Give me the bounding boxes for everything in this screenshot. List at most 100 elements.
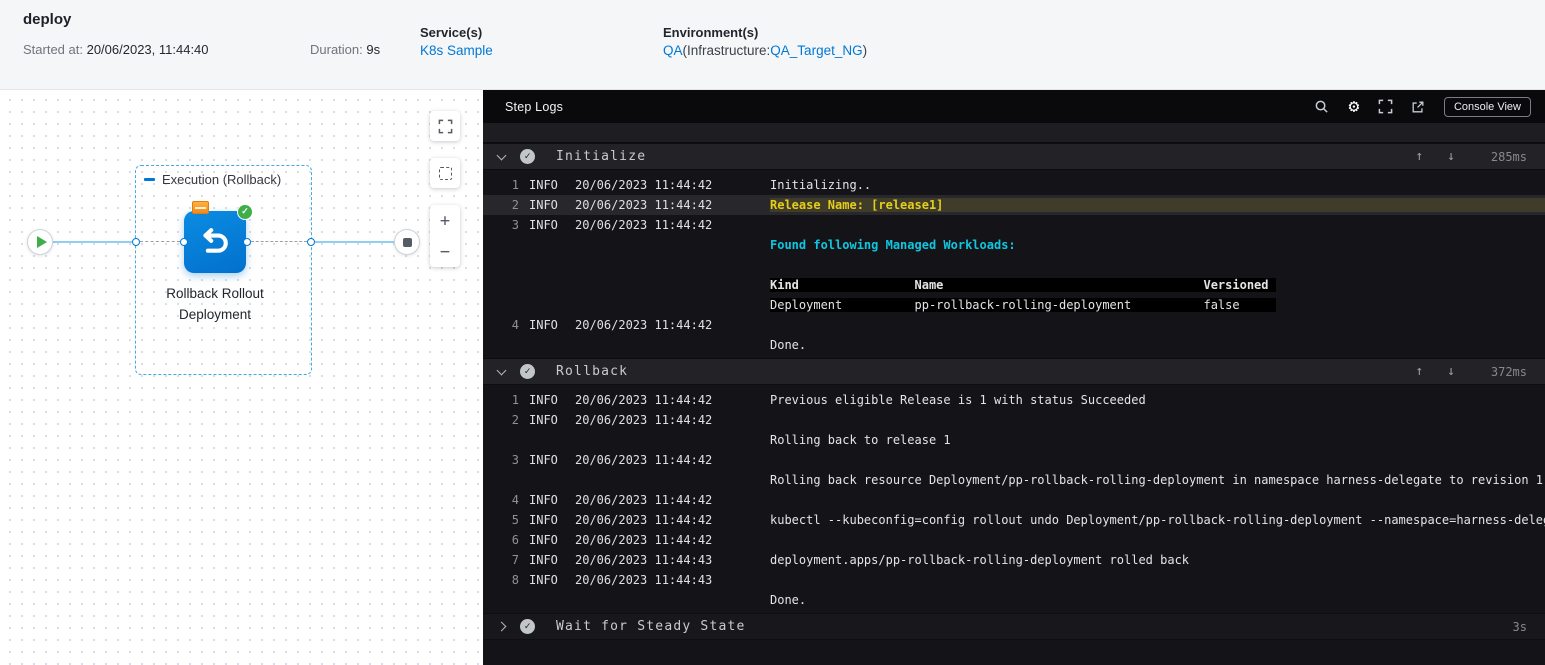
scroll-to-bottom-icon[interactable]: ↓ <box>1447 149 1455 164</box>
log-timestamp: 20/06/2023 11:44:42 <box>575 393 713 407</box>
log-level: INFO <box>529 178 558 192</box>
log-section-header[interactable]: ✓ Initialize ↑ ↓ 285ms <box>483 143 1545 170</box>
pipeline-graph-canvas[interactable]: Execution (Rollback) ✓ Rollback Rollout … <box>0 90 483 665</box>
duration-value: 9s <box>366 42 381 57</box>
log-line-number: 2 <box>511 413 519 427</box>
zoom-to-fit-button[interactable] <box>430 111 460 141</box>
scroll-to-top-icon[interactable]: ↑ <box>1415 364 1423 379</box>
dashed-square-icon <box>438 166 452 180</box>
log-section-title: Wait for Steady State <box>556 619 746 634</box>
step-success-icon: ✓ <box>520 149 535 164</box>
collapse-minus-icon[interactable] <box>144 177 155 181</box>
open-in-new-button[interactable] <box>1402 95 1434 119</box>
log-section-title: Rollback <box>556 364 629 379</box>
edge-port-icon <box>307 238 315 246</box>
log-section-header[interactable]: ✓ Rollback ↑ ↓ 372ms <box>483 358 1545 385</box>
duration: Duration: 9s <box>310 42 380 57</box>
stage-collapse-toggle[interactable]: Execution (Rollback) <box>144 170 281 188</box>
log-message: Release Name: [release1] <box>770 198 1545 212</box>
log-level: INFO <box>529 553 558 567</box>
log-timestamp: 20/06/2023 11:44:42 <box>575 198 713 212</box>
fullscreen-icon <box>1379 99 1393 114</box>
step-label: Rollback Rollout Deployment <box>166 286 264 322</box>
environment-link[interactable]: QA <box>663 43 683 58</box>
log-timestamp: 20/06/2023 11:44:42 <box>575 318 713 332</box>
log-line-number: 4 <box>511 318 519 332</box>
log-line: 7 INFO 20/06/2023 11:44:43 deployment.apps/… <box>483 550 1545 570</box>
infrastructure-link[interactable]: QA_Target_NG <box>770 43 862 58</box>
chevron-down-icon[interactable] <box>496 365 507 375</box>
log-section-header[interactable]: ✓ Wait for Steady State 3s <box>483 613 1545 640</box>
log-level: INFO <box>529 318 558 332</box>
log-line: Rolling back to release 1 <box>483 430 1545 450</box>
log-section-body: 1 INFO 20/06/2023 11:44:42 Initializing.. 2 I… <box>483 170 1545 358</box>
console-view-button[interactable]: Console View <box>1443 96 1531 117</box>
step-success-icon: ✓ <box>520 364 535 379</box>
play-icon <box>36 236 47 248</box>
log-line: 2 INFO 20/06/2023 11:44:42 Release Name: [r… <box>483 195 1545 215</box>
log-timestamp: 20/06/2023 11:44:43 <box>575 573 713 587</box>
chevron-down-icon[interactable] <box>496 150 507 160</box>
rollback-step-node[interactable]: ✓ <box>184 201 253 273</box>
log-sections: ✓ Initialize ↑ ↓ 285ms 1 INFO 20/06/2023 11:44:… <box>483 143 1545 640</box>
search-button[interactable] <box>1306 95 1338 119</box>
log-line: 5 INFO 20/06/2023 11:44:42 kubectl --kubeco… <box>483 510 1545 530</box>
log-message: deployment.apps/pp-rollback-rolling-depl… <box>770 553 1190 567</box>
stage-label: Execution (Rollback) <box>162 171 282 187</box>
log-level: INFO <box>529 453 558 467</box>
edge-stage-to-end <box>315 241 394 243</box>
log-toolbar-strip <box>483 123 1545 143</box>
log-line: Found following Managed Workloads: <box>483 235 1545 255</box>
end-node <box>394 229 420 255</box>
log-message: Done. <box>770 338 807 352</box>
scroll-to-bottom-icon[interactable]: ↓ <box>1447 364 1455 379</box>
start-node <box>27 229 53 255</box>
barrier-badge-icon <box>192 201 209 214</box>
log-line-number: 6 <box>511 533 519 547</box>
log-level: INFO <box>529 218 558 232</box>
search-icon <box>1316 100 1329 113</box>
log-line-number: 7 <box>511 553 519 567</box>
service-link[interactable]: K8s Sample <box>420 43 493 58</box>
zoom-in-button[interactable]: + <box>430 205 460 236</box>
fullscreen-button[interactable] <box>1370 95 1402 119</box>
log-line-number: 1 <box>511 393 519 407</box>
log-line-number: 3 <box>511 218 519 232</box>
log-timestamp: 20/06/2023 11:44:42 <box>575 453 713 467</box>
log-line: 3 INFO 20/06/2023 11:44:42 <box>483 215 1545 235</box>
environment-value: QA(Infrastructure:QA_Target_NG) <box>663 43 867 58</box>
log-section-title: Initialize <box>556 149 647 164</box>
log-settings-button[interactable]: ⚙ <box>1338 95 1370 119</box>
log-line: 2 INFO 20/06/2023 11:44:42 <box>483 410 1545 430</box>
rollback-icon <box>203 228 228 253</box>
log-timestamp: 20/06/2023 11:44:43 <box>575 553 713 567</box>
log-line-number: 2 <box>511 198 519 212</box>
log-timestamp: 20/06/2023 11:44:42 <box>575 218 713 232</box>
step-logs-title: Step Logs <box>505 99 564 114</box>
edge-port-icon <box>180 238 188 246</box>
log-section-body: 1 INFO 20/06/2023 11:44:42 Previous eligibl… <box>483 385 1545 613</box>
log-level: INFO <box>529 493 558 507</box>
log-line: 8 INFO 20/06/2023 11:44:43 <box>483 570 1545 590</box>
zoom-out-button[interactable]: − <box>430 236 460 267</box>
execution-header: deploy Started at: 20/06/2023, 11:44:40 … <box>0 0 1545 90</box>
log-message: Deployment pp-rollback-rolling-deploymen… <box>770 298 1276 312</box>
service-value: K8s Sample <box>420 43 493 58</box>
chevron-right-icon[interactable] <box>496 621 507 632</box>
expand-corners-icon <box>438 119 452 133</box>
log-timestamp: 20/06/2023 11:44:42 <box>575 513 713 527</box>
log-line-number: 4 <box>511 493 519 507</box>
started-at-label: Started at: <box>23 42 87 57</box>
infrastructure-suffix: ) <box>862 43 868 58</box>
log-level: INFO <box>529 513 558 527</box>
zoom-panel: + − <box>430 205 460 267</box>
log-message: Initializing.. <box>770 178 872 192</box>
pipeline-name: deploy <box>23 11 72 28</box>
marquee-select-button[interactable] <box>430 158 460 188</box>
scroll-to-top-icon[interactable]: ↑ <box>1415 149 1423 164</box>
started-at-value: 20/06/2023, 11:44:40 <box>86 42 209 57</box>
log-line: Done. <box>483 590 1545 610</box>
log-line-number: 5 <box>511 513 519 527</box>
section-duration: 285ms <box>1490 149 1527 164</box>
log-line-number: 8 <box>511 573 519 587</box>
